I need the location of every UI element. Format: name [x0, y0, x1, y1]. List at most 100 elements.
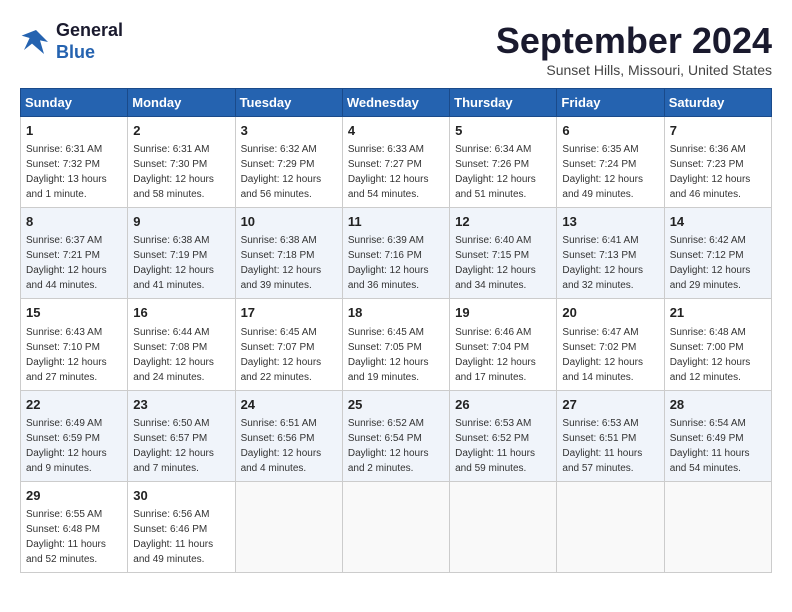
- cell-details: Sunrise: 6:38 AMSunset: 7:18 PMDaylight:…: [241, 235, 322, 291]
- cell-details: Sunrise: 6:44 AMSunset: 7:08 PMDaylight:…: [133, 327, 214, 383]
- day-number: 2: [133, 122, 229, 140]
- calendar-cell: [450, 481, 557, 572]
- calendar-cell: 28 Sunrise: 6:54 AMSunset: 6:49 PMDayligh…: [664, 390, 771, 481]
- calendar-cell: 18Sunrise: 6:45 AMSunset: 7:05 PMDayligh…: [342, 299, 449, 390]
- week-row-4: 22 Sunrise: 6:49 AMSunset: 6:59 PMDayligh…: [21, 390, 772, 481]
- day-number: 19: [455, 304, 551, 322]
- cell-details: Sunrise: 6:31 AMSunset: 7:30 PMDaylight:…: [133, 144, 214, 200]
- week-row-3: 15Sunrise: 6:43 AMSunset: 7:10 PMDayligh…: [21, 299, 772, 390]
- day-number: 20: [562, 304, 658, 322]
- cell-details: Sunrise: 6:38 AMSunset: 7:19 PMDaylight:…: [133, 235, 214, 291]
- logo-icon: [20, 26, 52, 58]
- cell-details: Sunrise: 6:55 AMSunset: 6:48 PMDaylight:…: [26, 509, 106, 565]
- week-row-5: 29 Sunrise: 6:55 AMSunset: 6:48 PMDayligh…: [21, 481, 772, 572]
- day-number: 7: [670, 122, 766, 140]
- calendar-cell: 11Sunrise: 6:39 AMSunset: 7:16 PMDayligh…: [342, 208, 449, 299]
- day-number: 3: [241, 122, 337, 140]
- column-header-thursday: Thursday: [450, 89, 557, 117]
- calendar-cell: 25 Sunrise: 6:52 AMSunset: 6:54 PMDayligh…: [342, 390, 449, 481]
- cell-details: Sunrise: 6:41 AMSunset: 7:13 PMDaylight:…: [562, 235, 643, 291]
- day-number: 4: [348, 122, 444, 140]
- day-number: 14: [670, 213, 766, 231]
- column-header-friday: Friday: [557, 89, 664, 117]
- calendar-cell: 5 Sunrise: 6:34 AMSunset: 7:26 PMDaylight…: [450, 117, 557, 208]
- cell-details: Sunrise: 6:42 AMSunset: 7:12 PMDaylight:…: [670, 235, 751, 291]
- day-number: 18: [348, 304, 444, 322]
- title-area: September 2024 Sunset Hills, Missouri, U…: [496, 20, 772, 78]
- cell-details: Sunrise: 6:48 AMSunset: 7:00 PMDaylight:…: [670, 327, 751, 383]
- calendar-cell: 1Sunrise: 6:31 AMSunset: 7:32 PMDaylight…: [21, 117, 128, 208]
- cell-details: Sunrise: 6:49 AMSunset: 6:59 PMDaylight:…: [26, 418, 107, 474]
- calendar-cell: 17 Sunrise: 6:45 AMSunset: 7:07 PMDayligh…: [235, 299, 342, 390]
- day-number: 29: [26, 487, 122, 505]
- calendar-cell: 15Sunrise: 6:43 AMSunset: 7:10 PMDayligh…: [21, 299, 128, 390]
- day-number: 1: [26, 122, 122, 140]
- cell-details: Sunrise: 6:47 AMSunset: 7:02 PMDaylight:…: [562, 327, 643, 383]
- calendar-cell: [557, 481, 664, 572]
- calendar-cell: 29 Sunrise: 6:55 AMSunset: 6:48 PMDayligh…: [21, 481, 128, 572]
- cell-details: Sunrise: 6:35 AMSunset: 7:24 PMDaylight:…: [562, 144, 643, 200]
- calendar-cell: 4Sunrise: 6:33 AMSunset: 7:27 PMDaylight…: [342, 117, 449, 208]
- calendar-cell: 19 Sunrise: 6:46 AMSunset: 7:04 PMDayligh…: [450, 299, 557, 390]
- calendar-cell: 30 Sunrise: 6:56 AMSunset: 6:46 PMDayligh…: [128, 481, 235, 572]
- logo: GeneralBlue: [20, 20, 123, 63]
- cell-details: Sunrise: 6:37 AMSunset: 7:21 PMDaylight:…: [26, 235, 107, 291]
- calendar-cell: 24 Sunrise: 6:51 AMSunset: 6:56 PMDayligh…: [235, 390, 342, 481]
- day-number: 23: [133, 396, 229, 414]
- calendar-cell: 12Sunrise: 6:40 AMSunset: 7:15 PMDayligh…: [450, 208, 557, 299]
- calendar-cell: [664, 481, 771, 572]
- calendar-cell: [342, 481, 449, 572]
- cell-details: Sunrise: 6:32 AMSunset: 7:29 PMDaylight:…: [241, 144, 322, 200]
- day-number: 16: [133, 304, 229, 322]
- calendar-table: SundayMondayTuesdayWednesdayThursdayFrid…: [20, 88, 772, 573]
- cell-details: Sunrise: 6:54 AMSunset: 6:49 PMDaylight:…: [670, 418, 750, 474]
- day-number: 17: [241, 304, 337, 322]
- calendar-cell: [235, 481, 342, 572]
- column-header-monday: Monday: [128, 89, 235, 117]
- day-number: 9: [133, 213, 229, 231]
- cell-details: Sunrise: 6:39 AMSunset: 7:16 PMDaylight:…: [348, 235, 429, 291]
- header: GeneralBlue September 2024 Sunset Hills,…: [20, 20, 772, 78]
- cell-details: Sunrise: 6:53 AMSunset: 6:51 PMDaylight:…: [562, 418, 642, 474]
- day-number: 6: [562, 122, 658, 140]
- cell-details: Sunrise: 6:34 AMSunset: 7:26 PMDaylight:…: [455, 144, 536, 200]
- day-number: 5: [455, 122, 551, 140]
- cell-details: Sunrise: 6:50 AMSunset: 6:57 PMDaylight:…: [133, 418, 214, 474]
- cell-details: Sunrise: 6:56 AMSunset: 6:46 PMDaylight:…: [133, 509, 213, 565]
- calendar-cell: 2 Sunrise: 6:31 AMSunset: 7:30 PMDaylight…: [128, 117, 235, 208]
- cell-details: Sunrise: 6:36 AMSunset: 7:23 PMDaylight:…: [670, 144, 751, 200]
- calendar-cell: 9 Sunrise: 6:38 AMSunset: 7:19 PMDaylight…: [128, 208, 235, 299]
- location: Sunset Hills, Missouri, United States: [496, 62, 772, 78]
- cell-details: Sunrise: 6:46 AMSunset: 7:04 PMDaylight:…: [455, 327, 536, 383]
- day-number: 28: [670, 396, 766, 414]
- column-header-sunday: Sunday: [21, 89, 128, 117]
- day-number: 22: [26, 396, 122, 414]
- column-header-wednesday: Wednesday: [342, 89, 449, 117]
- day-number: 27: [562, 396, 658, 414]
- day-number: 8: [26, 213, 122, 231]
- cell-details: Sunrise: 6:45 AMSunset: 7:07 PMDaylight:…: [241, 327, 322, 383]
- day-number: 13: [562, 213, 658, 231]
- column-header-tuesday: Tuesday: [235, 89, 342, 117]
- calendar-cell: 21Sunrise: 6:48 AMSunset: 7:00 PMDayligh…: [664, 299, 771, 390]
- calendar-cell: 16 Sunrise: 6:44 AMSunset: 7:08 PMDayligh…: [128, 299, 235, 390]
- calendar-cell: 13 Sunrise: 6:41 AMSunset: 7:13 PMDayligh…: [557, 208, 664, 299]
- cell-details: Sunrise: 6:52 AMSunset: 6:54 PMDaylight:…: [348, 418, 429, 474]
- calendar-cell: 27 Sunrise: 6:53 AMSunset: 6:51 PMDayligh…: [557, 390, 664, 481]
- calendar-cell: 26Sunrise: 6:53 AMSunset: 6:52 PMDayligh…: [450, 390, 557, 481]
- logo-text: GeneralBlue: [56, 20, 123, 63]
- day-number: 10: [241, 213, 337, 231]
- calendar-cell: 14 Sunrise: 6:42 AMSunset: 7:12 PMDayligh…: [664, 208, 771, 299]
- day-number: 24: [241, 396, 337, 414]
- calendar-cell: 22 Sunrise: 6:49 AMSunset: 6:59 PMDayligh…: [21, 390, 128, 481]
- calendar-cell: 10 Sunrise: 6:38 AMSunset: 7:18 PMDayligh…: [235, 208, 342, 299]
- calendar-cell: 3 Sunrise: 6:32 AMSunset: 7:29 PMDaylight…: [235, 117, 342, 208]
- cell-details: Sunrise: 6:51 AMSunset: 6:56 PMDaylight:…: [241, 418, 322, 474]
- cell-details: Sunrise: 6:40 AMSunset: 7:15 PMDaylight:…: [455, 235, 536, 291]
- calendar-cell: 8 Sunrise: 6:37 AMSunset: 7:21 PMDaylight…: [21, 208, 128, 299]
- day-number: 30: [133, 487, 229, 505]
- calendar-cell: 23 Sunrise: 6:50 AMSunset: 6:57 PMDayligh…: [128, 390, 235, 481]
- cell-details: Sunrise: 6:53 AMSunset: 6:52 PMDaylight:…: [455, 418, 535, 474]
- column-header-saturday: Saturday: [664, 89, 771, 117]
- day-number: 25: [348, 396, 444, 414]
